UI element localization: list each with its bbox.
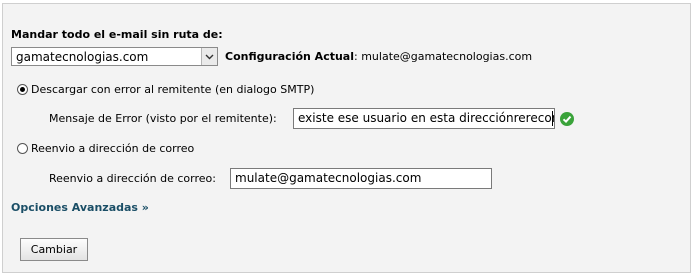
section-heading: Mandar todo el e-mail sin ruta de: — [11, 28, 223, 41]
forward-address-input[interactable]: mulate@gamatecnologias.com — [230, 168, 492, 189]
advanced-options-link[interactable]: Opciones Avanzadas » — [11, 201, 149, 214]
text-caret — [552, 111, 553, 126]
error-message-value: existe ese usuario en esta direcciónrere… — [298, 111, 555, 125]
radio-bounce[interactable] — [17, 84, 28, 95]
domain-select-value: gamatecnologias.com — [16, 50, 149, 64]
domain-select[interactable]: gamatecnologias.com — [11, 47, 218, 66]
forward-address-value: mulate@gamatecnologias.com — [235, 171, 422, 185]
radio-forward[interactable] — [17, 143, 28, 154]
current-config-value: mulate@gamatecnologias.com — [361, 50, 533, 63]
check-circle-icon — [560, 112, 574, 126]
current-config: Configuración Actual: mulate@gamatecnolo… — [225, 50, 532, 63]
change-button[interactable]: Cambiar — [20, 238, 88, 261]
current-config-separator: : — [354, 50, 358, 63]
radio-forward-label[interactable]: Reenvio a dirección de correo — [31, 142, 194, 155]
radio-bounce-label[interactable]: Descargar con error al remitente (en dia… — [31, 83, 314, 96]
default-address-panel: Mandar todo el e-mail sin ruta de: gamat… — [2, 3, 691, 273]
error-message-input[interactable]: existe ese usuario en esta direcciónrere… — [293, 108, 555, 129]
forward-address-label: Reenvio a dirección de correo: — [49, 172, 216, 185]
error-message-label: Mensaje de Error (visto por el remitente… — [49, 112, 277, 125]
chevron-down-icon[interactable] — [201, 48, 217, 65]
current-config-label: Configuración Actual — [225, 50, 354, 63]
